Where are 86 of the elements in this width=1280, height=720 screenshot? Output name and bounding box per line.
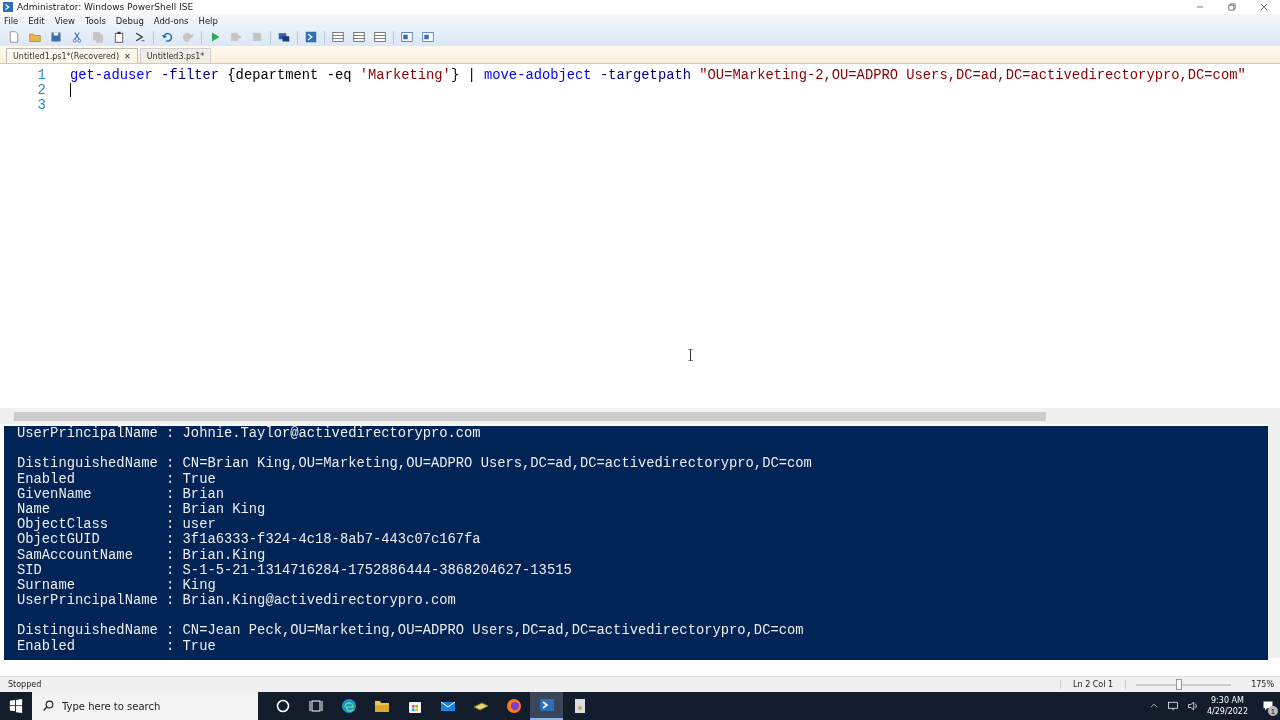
browser-icon — [340, 698, 357, 714]
console-output-line: Enabled : True — [17, 471, 217, 487]
copy-icon — [92, 31, 104, 43]
restore-icon — [1227, 2, 1237, 12]
horizontal-scrollbar[interactable] — [0, 408, 1280, 424]
console-output-line: SID : S-1-5-21-1314716284-1752886444-3868204627-13515 — [17, 562, 573, 578]
status-text: Stopped — [8, 680, 43, 689]
search-field[interactable]: Type here to search — [32, 692, 258, 720]
layout-button[interactable] — [330, 29, 346, 45]
string-token: 'Marketing' — [359, 68, 451, 83]
menu-item[interactable]: File — [4, 16, 19, 26]
layout-icon — [353, 31, 365, 43]
menu-item[interactable]: Edit — [28, 16, 45, 26]
play-icon — [209, 31, 221, 43]
menu-item[interactable]: Tools — [84, 16, 106, 26]
script-block-token: } | — [450, 68, 477, 83]
line-number: 2 — [36, 83, 46, 98]
console-output-line: GivenName : Brian — [17, 486, 225, 502]
task-view-icon — [307, 698, 324, 714]
pane-icon — [401, 31, 413, 43]
circle-icon — [274, 698, 291, 714]
pane-button[interactable] — [420, 29, 436, 45]
text-cursor-icon — [688, 349, 693, 361]
search-icon — [42, 700, 54, 712]
folder-icon — [373, 698, 390, 714]
cmdlet-token: get-aduser — [70, 68, 154, 83]
script-block-token: {department -eq — [227, 68, 353, 83]
network-icon[interactable] — [1166, 700, 1179, 712]
undo-icon — [161, 31, 173, 43]
parameter-token: -filter — [161, 68, 221, 83]
tab-label: Untitled3.ps1* — [146, 51, 205, 61]
prompt-icon — [134, 31, 146, 43]
powershell-button[interactable] — [303, 29, 319, 45]
clock-time[interactable]: 9:30 AM — [1211, 695, 1244, 706]
speaker-icon[interactable] — [1186, 700, 1199, 712]
powershell-icon — [305, 31, 317, 43]
new-file-icon — [8, 31, 20, 43]
powershell-icon — [538, 697, 555, 713]
console-output-line: Surname : King — [17, 577, 217, 593]
layout-icon — [332, 31, 344, 43]
parameter-token: -targetpath — [599, 68, 692, 83]
console-output-line: ObjectGUID : 3f1a6333-f324-4c18-8ab7-443c07c167fa — [17, 532, 482, 548]
zoom-level: 175% — [1251, 680, 1274, 689]
chevron-up-icon[interactable] — [1148, 701, 1159, 711]
windows-logo-icon — [9, 699, 23, 713]
app-icon — [3, 2, 13, 12]
string-token: "OU=Marketing-2,OU=ADPRO Users,DC=ad,DC=activedirectorypro,DC=com" — [699, 68, 1246, 83]
menu-item[interactable]: Add-ons — [153, 16, 189, 26]
layout-button[interactable] — [372, 29, 388, 45]
console-output-line: Name : Brian King — [17, 501, 267, 517]
scissors-icon — [71, 31, 83, 43]
window-title: Administrator: Windows PowerShell ISE — [17, 2, 195, 12]
file-tab[interactable]: Untitled3.ps1* — [139, 48, 212, 63]
scroll-thumb[interactable] — [14, 411, 1046, 421]
clock-date[interactable]: 4/29/2022 — [1206, 706, 1248, 717]
clipboard-icon — [113, 31, 125, 43]
layout-icon — [374, 31, 386, 43]
menu-item[interactable]: View — [54, 16, 75, 26]
console-output-line: ObjectClass : user — [17, 517, 216, 533]
pane-icon — [422, 31, 434, 43]
cursor-position: Ln 2 Col 1 — [1060, 680, 1127, 689]
pane-button[interactable] — [399, 29, 415, 45]
file-tab[interactable]: Untitled1.ps1*(Recovered) ✕ — [6, 48, 138, 63]
remote-tab-icon — [278, 31, 290, 43]
console-output-line: Enabled : True — [17, 638, 217, 654]
run-selection-icon — [230, 31, 242, 43]
line-number: 1 — [36, 68, 46, 83]
close-icon — [1259, 2, 1269, 12]
console-output-line: DistinguishedName : CN=Brian King,OU=Marketing,OU=ADPRO Users,DC=ad,DC=activedirectorypro,DC=com — [17, 456, 813, 472]
line-number: 3 — [36, 98, 46, 113]
stop-icon — [251, 31, 263, 43]
console-output-line: UserPrincipalName : Brian.King@activedirectorypro.com — [17, 593, 457, 609]
folder-icon — [29, 31, 41, 43]
menu-item[interactable]: Help — [198, 16, 218, 26]
console-output-line: SamAccountName : Brian.King — [17, 547, 267, 563]
vertical-scrollbar[interactable] — [1268, 424, 1280, 658]
cmdlet-token: move-adobject — [484, 68, 593, 83]
tab-close-button[interactable]: ✕ — [124, 51, 131, 61]
layout-button[interactable] — [351, 29, 367, 45]
console-output-line: DistinguishedName : CN=Jean Peck,OU=Marketing,OU=ADPRO Users,DC=ad,DC=activedirectorypro,DC=com — [17, 623, 805, 639]
tab-label: Untitled1.ps1*(Recovered) — [13, 51, 120, 61]
console-output-line: UserPrincipalName : Johnie.Taylor@activedirectorypro.com — [17, 426, 482, 442]
save-icon — [50, 31, 62, 43]
slider-thumb[interactable] — [1175, 678, 1182, 690]
menu-item[interactable]: Debug — [115, 16, 144, 26]
fox-globe-icon — [505, 698, 522, 714]
